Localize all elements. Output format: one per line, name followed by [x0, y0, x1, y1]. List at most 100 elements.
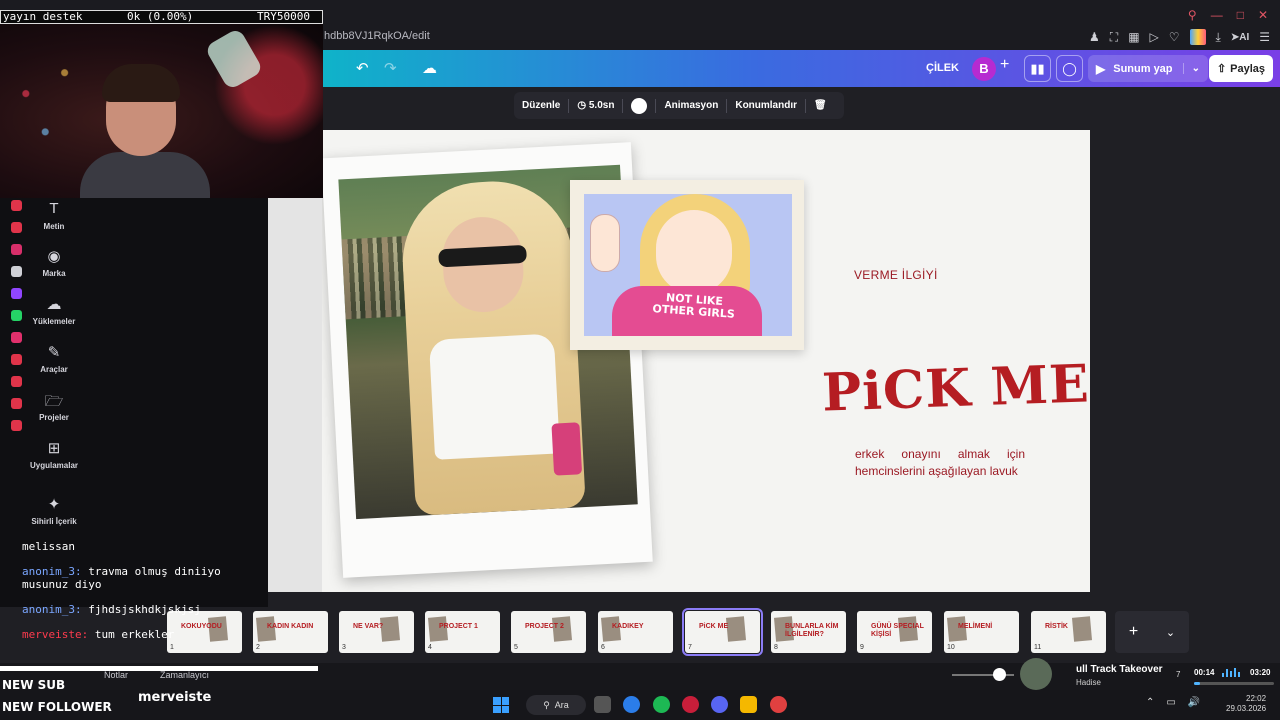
sidebar-item-text[interactable]: T Metin	[22, 200, 86, 231]
page-thumbnail[interactable]: PiCK ME 7	[682, 608, 763, 656]
duration-button[interactable]: ◷ 5.0sn	[569, 100, 622, 111]
cartoon-illustration[interactable]: NOT LIKE OTHER GIRLS	[584, 194, 792, 336]
instagram-icon[interactable]	[10, 332, 22, 343]
taskbar-search[interactable]: ⚲ Ara	[526, 695, 586, 715]
share-button[interactable]: ⇧ Paylaş	[1209, 55, 1273, 82]
undo-icon[interactable]: ↶	[356, 59, 369, 77]
sidebar-item-label: Marka	[42, 269, 66, 278]
animation-button[interactable]: Animasyon	[656, 100, 726, 111]
media-icon[interactable]: ▦	[1128, 30, 1139, 44]
thumbnail-title: GÜNÜ SPECIAL KİŞİSİ	[871, 623, 924, 638]
app-icon[interactable]	[10, 200, 22, 211]
zoom-slider-handle[interactable]	[992, 668, 1006, 681]
position-button[interactable]: Konumlandır	[727, 100, 805, 111]
album-art	[1020, 658, 1052, 690]
sidebar-item-tools[interactable]: ✎ Araçlar	[22, 343, 86, 374]
system-tray: ⌃ ▭ 🔊	[1146, 697, 1200, 708]
network-icon[interactable]: ▭	[1166, 697, 1175, 708]
spotify-icon[interactable]	[653, 696, 670, 713]
sidebar-item-uploads[interactable]: ☁ Yüklemeler	[22, 295, 86, 326]
chat-text: musunuz diyo	[22, 578, 102, 591]
chevron-down-icon[interactable]: ⌄	[1166, 626, 1175, 639]
chat-message: merveiste: tum erkekler	[22, 628, 322, 641]
search-icon[interactable]: ⚲	[1188, 8, 1197, 22]
trash-icon[interactable]: 🗑	[806, 100, 835, 111]
edit-button[interactable]: Düzenle	[514, 100, 568, 111]
timer-button[interactable]: Zamanlayıcı	[160, 670, 209, 680]
browser-extensions: ♟ ⛶ ▦ ▷ ♡ ⤓ ➤AI ☰	[1089, 29, 1270, 45]
donation-goal: TRY50000	[257, 10, 310, 23]
equalizer-icon	[1222, 668, 1240, 677]
app-icon[interactable]	[10, 376, 22, 387]
whatsapp-icon[interactable]	[10, 310, 22, 321]
sidebar-item-magic-media[interactable]: ✦ Sihirli İçerik	[22, 495, 86, 526]
slide-title[interactable]: PiCK ME	[821, 353, 1090, 423]
extension-icon[interactable]	[1189, 29, 1206, 45]
task-view-icon[interactable]	[594, 696, 611, 713]
edge-icon[interactable]	[623, 696, 640, 713]
chat-text: tum erkekler	[94, 628, 175, 641]
app-icon[interactable]	[10, 398, 22, 409]
address-bar[interactable]: hdbb8VJ1RqkOA/edit	[324, 30, 430, 42]
add-collaborator-icon[interactable]: +	[1000, 56, 1009, 74]
chatgpt-icon[interactable]	[10, 266, 22, 277]
slide-description[interactable]: erkek onayını almak için hemcinslerini a…	[855, 446, 1025, 480]
donation-label: yayın destek	[3, 10, 83, 23]
page-thumbnail[interactable]: KADIKEY 6	[598, 611, 673, 653]
color-swatch[interactable]	[631, 97, 648, 114]
volume-icon[interactable]: 🔊	[1188, 697, 1200, 708]
play-icon[interactable]: ▷	[1150, 30, 1159, 44]
app-icon[interactable]	[770, 696, 787, 713]
ai-icon[interactable]: ➤AI	[1231, 32, 1249, 43]
notes-button[interactable]: Notlar	[104, 670, 128, 680]
opera-icon[interactable]	[682, 696, 699, 713]
add-page-button[interactable]: + ⌄	[1115, 611, 1189, 653]
slide-canvas[interactable]: NOT LIKE OTHER GIRLS VERME İLGİYİ PiCK M…	[322, 130, 1090, 592]
page-thumbnail[interactable]: RİSTİK 11	[1031, 611, 1106, 653]
settings-icon[interactable]	[10, 420, 22, 431]
twitch-icon[interactable]	[10, 288, 22, 299]
screenshot-icon[interactable]: ⛶	[1110, 30, 1118, 45]
slide-subtitle[interactable]: VERME İLGİYİ	[854, 268, 938, 282]
document-title[interactable]: ÇİLEK	[926, 62, 959, 74]
maximize-icon[interactable]: □	[1237, 8, 1244, 22]
sidebar-item-projects[interactable]: 🗁 Projeler	[22, 391, 86, 422]
system-clock[interactable]: 22:02 29.03.2026	[1226, 694, 1266, 714]
avatar[interactable]: B	[972, 57, 996, 81]
heart-icon[interactable]: ♡	[1169, 30, 1180, 44]
page-thumbnail[interactable]: GÜNÜ SPECIAL KİŞİSİ 9	[857, 611, 932, 653]
discord-icon[interactable]	[711, 696, 728, 713]
comments-button[interactable]: ◯	[1056, 55, 1083, 82]
menu-icon[interactable]: ☰	[1259, 30, 1270, 44]
new-sub-label: NEW SUB	[2, 678, 66, 692]
pin-icon[interactable]: ♟	[1089, 30, 1100, 44]
peace-sign-hand	[590, 214, 620, 272]
cloud-save-icon[interactable]: ☁	[422, 59, 437, 77]
page-thumbnail[interactable]: BUNLARLA KİM İLGİLENİR? 8	[771, 611, 846, 653]
app-icon[interactable]	[10, 222, 22, 233]
chevron-down-icon[interactable]: ⌄	[1182, 63, 1200, 74]
redo-icon[interactable]: ↷	[384, 59, 397, 77]
sidebar-item-apps[interactable]: ⊞ Uygulamalar	[22, 439, 86, 470]
chat-message: anonim_3: fjhdsjskhdkjskjsj	[22, 603, 322, 616]
alert-username: merveiste	[138, 690, 212, 705]
sidebar-item-brand[interactable]: ◉ Marka	[22, 247, 86, 278]
insights-button[interactable]: ▮▮	[1024, 55, 1051, 82]
present-button[interactable]: ▶ Sunum yap ⌄	[1088, 55, 1208, 82]
page-thumbnail[interactable]: MELİMENİ 10	[944, 611, 1019, 653]
cartoon-frame[interactable]: NOT LIKE OTHER GIRLS	[570, 180, 804, 350]
window-controls: ⚲ — □ ✕	[1188, 8, 1268, 22]
page-thumbnail[interactable]: NE VAR? 3	[339, 611, 414, 653]
page-thumbnail[interactable]: PROJECT 1 4	[425, 611, 500, 653]
page-thumbnail[interactable]: PROJECT 2 5	[511, 611, 586, 653]
minimize-icon[interactable]: —	[1211, 8, 1223, 22]
app-icon[interactable]	[10, 244, 22, 255]
download-icon[interactable]: ⤓	[1216, 30, 1221, 45]
clock-time: 22:02	[1246, 694, 1267, 703]
chevron-up-icon[interactable]: ⌃	[1146, 697, 1154, 708]
sidebar-item-label: Projeler	[39, 413, 69, 422]
app-icon[interactable]	[10, 354, 22, 365]
close-icon[interactable]: ✕	[1258, 8, 1268, 22]
windows-start-icon[interactable]	[493, 697, 509, 713]
file-explorer-icon[interactable]	[740, 696, 757, 713]
